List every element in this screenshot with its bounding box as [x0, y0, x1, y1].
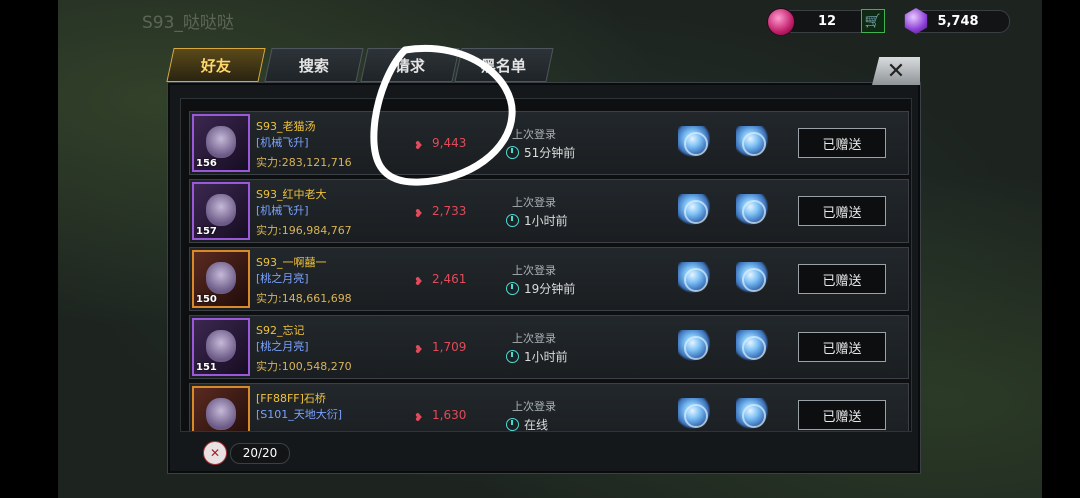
last-login-label: 上次登录	[512, 400, 556, 413]
rose-icon[interactable]	[736, 194, 768, 226]
tab-friends-label: 好友	[200, 56, 231, 75]
gifted-button[interactable]: 已赠送	[798, 196, 886, 226]
guild-name: [机械飞升]	[256, 204, 309, 217]
last-login-value: 在线	[524, 418, 549, 432]
guild-name: [S101_天地大衍]	[256, 408, 343, 421]
last-login-value: 1小时前	[524, 214, 568, 228]
rose-icon[interactable]	[736, 330, 768, 362]
background-player-name: S93_哒哒哒	[142, 13, 234, 33]
power-value: 实力:283,121,716	[256, 156, 352, 169]
score-value: 2,733	[432, 204, 467, 218]
rose-icon[interactable]	[736, 126, 768, 158]
right-black-bar	[1042, 0, 1080, 498]
friend-list[interactable]: 156 S93_老猫汤 [机械飞升] 实力:283,121,716 ❥ 9,443…	[180, 98, 912, 432]
clock-icon	[506, 146, 519, 159]
close-icon[interactable]: ✕	[872, 57, 920, 85]
rose-icon[interactable]	[678, 126, 710, 158]
avatar[interactable]: 150	[192, 250, 250, 308]
crystal-counter: 5,748	[904, 8, 1010, 34]
rose-icon[interactable]	[736, 262, 768, 294]
last-login-label: 上次登录	[512, 264, 556, 277]
rose-icon[interactable]	[678, 262, 710, 294]
score: ❥ 1,709	[414, 340, 467, 356]
power-value: 实力:196,984,767	[256, 224, 352, 237]
level-badge: 150	[196, 294, 217, 305]
score-value: 9,443	[432, 136, 467, 150]
friend-count: 20/20	[230, 443, 290, 464]
score-value: 1,630	[432, 408, 467, 422]
heart-points-icon: ❥	[414, 139, 424, 152]
last-login-time: 在线	[506, 416, 549, 432]
list-item: 151 S92_忘记 [桃之月亮] 实力:100,548,270 ❥ 1,709 …	[189, 315, 909, 379]
guild-name: [桃之月亮]	[256, 272, 309, 285]
list-item: [FF88FF]石桥 [S101_天地大衍] ❥ 1,630 上次登录 在线 已赠…	[189, 383, 909, 432]
last-login-value: 51分钟前	[524, 146, 576, 160]
last-login-label: 上次登录	[512, 332, 556, 345]
heart-points-icon: ❥	[414, 275, 424, 288]
last-login-time: 1小时前	[506, 348, 568, 365]
rose-icon[interactable]	[678, 330, 710, 362]
avatar[interactable]: 156	[192, 114, 250, 172]
tab-requests[interactable]: 请求	[360, 48, 460, 82]
tab-requests-label: 请求	[394, 56, 425, 75]
power-value: 实力:100,548,270	[256, 360, 352, 373]
guild-name: [桃之月亮]	[256, 340, 309, 353]
score-value: 2,461	[432, 272, 467, 286]
avatar[interactable]: 151	[192, 318, 250, 376]
player-name: S93_一啊囍一	[256, 256, 327, 269]
rose-icon[interactable]	[678, 194, 710, 226]
last-login-time: 19分钟前	[506, 280, 575, 297]
score: ❥ 1,630	[414, 408, 467, 424]
guild-name: [机械飞升]	[256, 136, 309, 149]
list-item: 156 S93_老猫汤 [机械飞升] 实力:283,121,716 ❥ 9,443…	[189, 111, 909, 175]
level-badge: 157	[196, 226, 217, 237]
score: ❥ 2,461	[414, 272, 467, 288]
clock-icon	[506, 214, 519, 227]
clock-icon	[506, 350, 519, 363]
score: ❥ 2,733	[414, 204, 467, 220]
level-badge: 156	[196, 158, 217, 169]
heart-points-icon: ❥	[414, 411, 424, 424]
player-name: S93_老猫汤	[256, 120, 316, 133]
remove-friend-icon[interactable]: ✕	[203, 441, 227, 465]
tab-blacklist-label: 黑名单	[481, 56, 527, 75]
gifted-button[interactable]: 已赠送	[798, 128, 886, 158]
last-login-label: 上次登录	[512, 196, 556, 209]
heart-points-icon: ❥	[414, 343, 424, 356]
gifted-button[interactable]: 已赠送	[798, 264, 886, 294]
heart-points-icon: ❥	[414, 207, 424, 220]
last-login-label: 上次登录	[512, 128, 556, 141]
shop-cart-icon[interactable]: 🛒	[861, 9, 885, 33]
last-login-value: 19分钟前	[524, 282, 576, 296]
last-login-value: 1小时前	[524, 350, 568, 364]
power-value: 实力:148,661,698	[256, 292, 352, 305]
tab-blacklist[interactable]: 黑名单	[454, 48, 554, 82]
list-item: 150 S93_一啊囍一 [桃之月亮] 实力:148,661,698 ❥ 2,46…	[189, 247, 909, 311]
last-login-time: 51分钟前	[506, 144, 575, 161]
list-item: 157 S93_红中老大 [机械飞升] 实力:196,984,767 ❥ 2,73…	[189, 179, 909, 243]
left-black-bar	[0, 0, 58, 498]
gifted-button[interactable]: 已赠送	[798, 332, 886, 362]
player-name: [FF88FF]石桥	[256, 392, 326, 405]
gem-counter: 12 🛒	[767, 8, 885, 36]
tab-friends[interactable]: 好友	[166, 48, 266, 82]
clock-icon	[506, 418, 519, 431]
level-badge: 151	[196, 362, 217, 373]
rose-icon[interactable]	[736, 398, 768, 430]
gifted-button[interactable]: 已赠送	[798, 400, 886, 430]
last-login-time: 1小时前	[506, 212, 568, 229]
score-value: 1,709	[432, 340, 467, 354]
avatar[interactable]: 157	[192, 182, 250, 240]
clock-icon	[506, 282, 519, 295]
avatar[interactable]	[192, 386, 250, 431]
player-name: S93_红中老大	[256, 188, 327, 201]
gem-icon	[767, 8, 795, 36]
player-name: S92_忘记	[256, 324, 305, 337]
rose-icon[interactable]	[678, 398, 710, 430]
score: ❥ 9,443	[414, 136, 467, 152]
tab-search-label: 搜索	[298, 56, 329, 75]
tab-search[interactable]: 搜索	[264, 48, 364, 82]
